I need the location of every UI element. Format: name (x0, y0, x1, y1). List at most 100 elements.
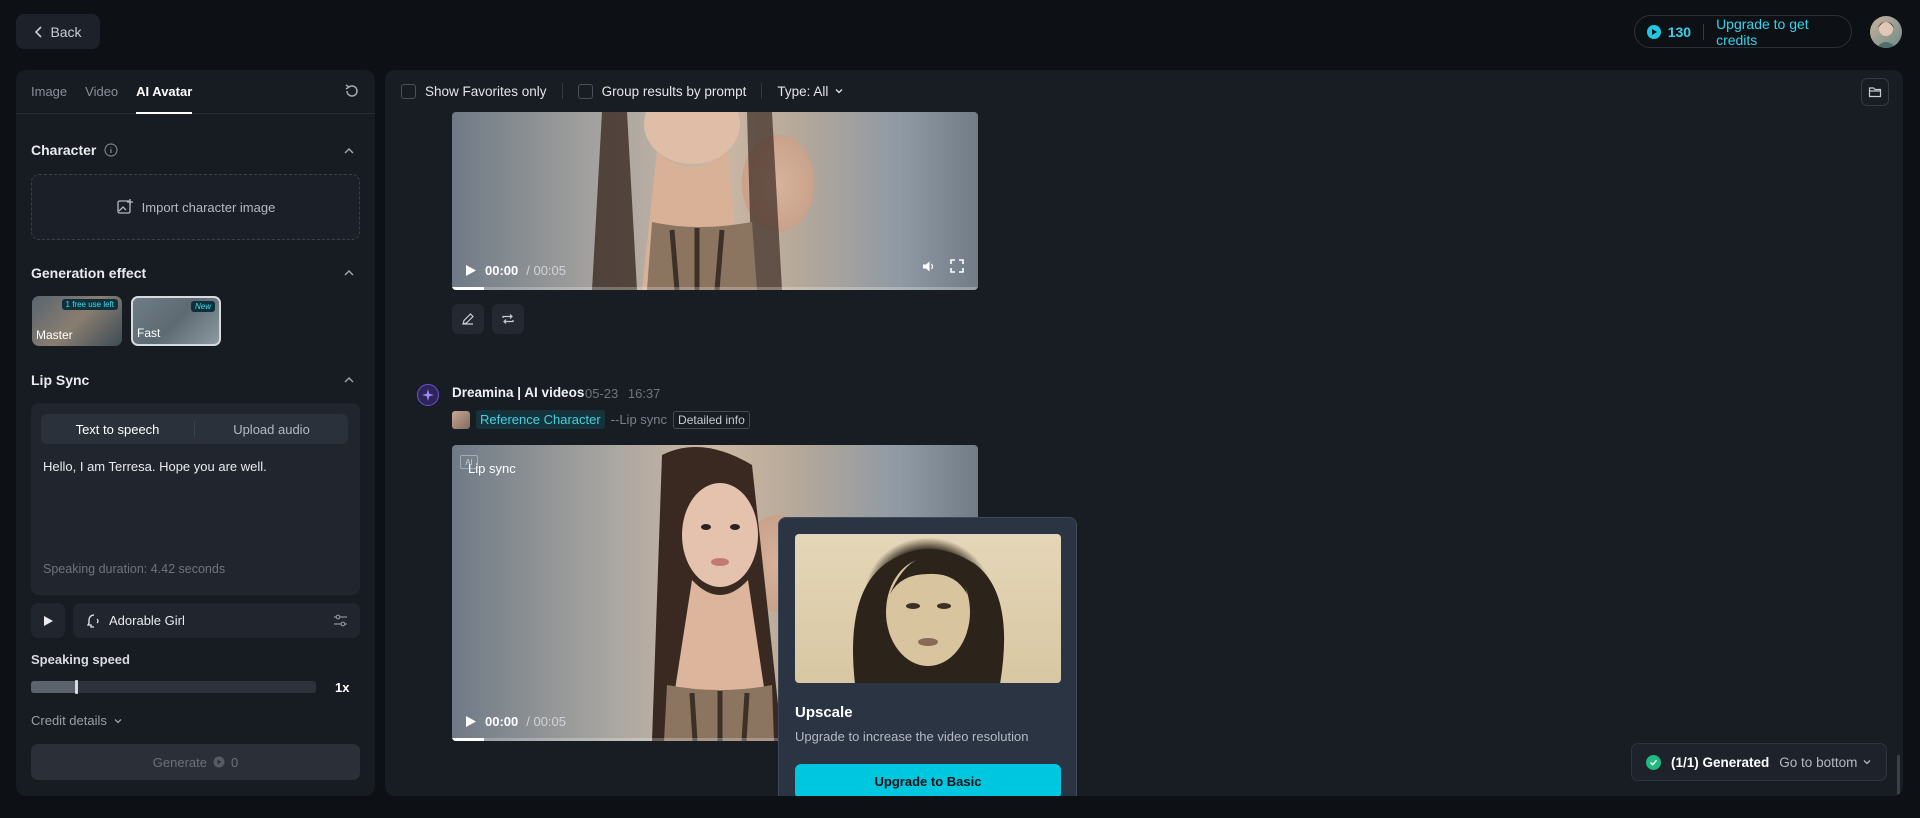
go-to-bottom-button[interactable]: Go to bottom (1779, 755, 1872, 770)
generate-label: Generate (152, 754, 207, 770)
import-character-image-button[interactable]: Import character image (31, 174, 360, 240)
play-icon[interactable] (464, 715, 477, 728)
upscale-subtitle: Upgrade to increase the video resolution (795, 729, 1029, 744)
group-label: Group results by prompt (601, 83, 747, 99)
generation-effect-title: Generation effect (31, 265, 147, 281)
video-current-time: 00:00 (485, 713, 519, 729)
collapse-effect-icon[interactable] (343, 267, 355, 279)
voice-settings-icon[interactable] (333, 613, 348, 628)
back-button[interactable]: Back (16, 14, 100, 49)
upgrade-to-basic-button[interactable]: Upgrade to Basic (795, 764, 1061, 796)
collapse-lipsync-icon[interactable] (343, 374, 355, 386)
reference-thumbnail[interactable] (452, 410, 470, 429)
favorites-filter[interactable]: Show Favorites only (401, 83, 547, 99)
lipsync-header: Lip Sync (31, 372, 89, 388)
collapse-character-icon[interactable] (343, 145, 355, 157)
generation-time: 16:37 (627, 386, 661, 401)
play-icon (44, 615, 53, 626)
repeat-icon (502, 314, 514, 324)
credit-coin-icon (213, 756, 225, 768)
user-avatar[interactable] (1870, 16, 1902, 48)
effect-master-label: Master (36, 328, 73, 342)
free-use-badge: 1 free use left (61, 299, 118, 310)
tab-video[interactable]: Video (85, 84, 118, 113)
group-by-prompt-filter[interactable]: Group results by prompt (577, 83, 747, 99)
fullscreen-icon[interactable] (950, 259, 964, 273)
generation-date-day: 05-23 (585, 386, 619, 401)
go-to-bottom-label: Go to bottom (1779, 754, 1858, 770)
upscale-popover: Upscale Upgrade to increase the video re… (778, 517, 1077, 796)
lipsync-title: Lip Sync (31, 372, 90, 388)
effect-fast-card[interactable]: New Fast (131, 296, 221, 346)
regenerate-button[interactable] (492, 304, 524, 334)
upgrade-credits-link[interactable]: Upgrade to get credits (1716, 16, 1851, 48)
text-to-speech-tab[interactable]: Text to speech (41, 414, 194, 444)
credit-coin-icon (1647, 24, 1661, 39)
lipsync-mode-toggle: Text to speech Upload audio (41, 414, 348, 444)
video-controls: 00:00 / 00:05 (452, 250, 978, 290)
credit-details-toggle[interactable]: Credit details (31, 713, 123, 728)
volume-icon[interactable] (921, 259, 936, 274)
prompt-row: Reference Character --Lip sync Detailed … (452, 410, 750, 429)
voice-head-icon (86, 613, 99, 628)
reset-icon[interactable] (343, 82, 361, 100)
favorites-checkbox[interactable] (401, 83, 416, 99)
generation-title: Dreamina | AI videos (452, 385, 585, 400)
detailed-info-button[interactable]: Detailed info (673, 410, 750, 429)
video-player[interactable]: 00:00 / 00:05 (452, 112, 978, 290)
tab-ai-avatar[interactable]: AI Avatar (136, 84, 193, 114)
upscale-title: Upscale (795, 704, 853, 721)
character-section-header: Character (31, 142, 118, 158)
reference-character-chip[interactable]: Reference Character (476, 410, 605, 429)
dreamina-logo-icon (417, 384, 439, 406)
chevron-down-icon (114, 718, 122, 723)
credits-pill[interactable]: 130 Upgrade to get credits (1634, 15, 1852, 48)
voice-selector[interactable]: Adorable Girl (73, 603, 360, 638)
back-label: Back (50, 23, 82, 40)
play-icon[interactable] (464, 264, 477, 277)
generate-button[interactable]: Generate 0 (31, 744, 360, 780)
image-add-icon (117, 199, 133, 214)
video-total-time: / 00:05 (526, 713, 567, 729)
type-label: Type: All (777, 83, 829, 99)
generation-effect-header: Generation effect (31, 265, 146, 281)
speed-slider[interactable] (31, 680, 316, 694)
effect-master-card[interactable]: 1 free use left Master (32, 296, 122, 346)
lipsync-tag: --Lip sync (610, 412, 668, 427)
type-dropdown[interactable]: Type: All (777, 84, 844, 99)
speed-slider-fill (31, 681, 77, 693)
results-panel: Show Favorites only Group results by pro… (385, 70, 1903, 796)
speaking-duration: Speaking duration: 4.42 seconds (43, 562, 226, 576)
divider (761, 83, 763, 99)
upload-audio-tab[interactable]: Upload audio (195, 414, 348, 444)
speech-text-input[interactable]: Hello, I am Terresa. Hope you are well. (43, 459, 267, 474)
edit-button[interactable] (452, 304, 484, 334)
effect-fast-label: Fast (137, 326, 161, 340)
credit-details-label: Credit details (31, 713, 107, 728)
new-badge: New (190, 301, 215, 312)
chevron-down-icon (835, 89, 843, 94)
scrollbar[interactable] (1897, 755, 1900, 796)
group-checkbox[interactable] (577, 83, 593, 99)
speed-value: 1x (335, 680, 350, 695)
video-progress[interactable] (452, 287, 978, 290)
preview-voice-button[interactable] (31, 603, 65, 638)
divider (1703, 23, 1705, 40)
lipsync-box: Text to speech Upload audio Hello, I am … (31, 403, 360, 595)
folder-icon (1868, 87, 1882, 98)
chevron-left-icon (35, 25, 43, 38)
lipsync-overlay-label: Lip sync (468, 461, 516, 476)
left-panel: Image Video AI Avatar Character Import c… (16, 70, 375, 796)
pencil-icon (462, 313, 474, 325)
credits-count: 130 (1667, 23, 1692, 40)
speed-slider-thumb[interactable] (75, 680, 78, 694)
character-title: Character (31, 142, 97, 158)
mode-tabs: Image Video AI Avatar (16, 70, 375, 114)
tab-image[interactable]: Image (31, 84, 67, 113)
import-label: Import character image (141, 199, 276, 215)
generation-status-toast: (1/1) Generated Go to bottom (1631, 743, 1887, 781)
speaking-speed-label: Speaking speed (31, 652, 130, 667)
folder-button[interactable] (1861, 78, 1889, 106)
info-icon[interactable] (104, 143, 118, 157)
favorites-label: Show Favorites only (425, 83, 547, 99)
